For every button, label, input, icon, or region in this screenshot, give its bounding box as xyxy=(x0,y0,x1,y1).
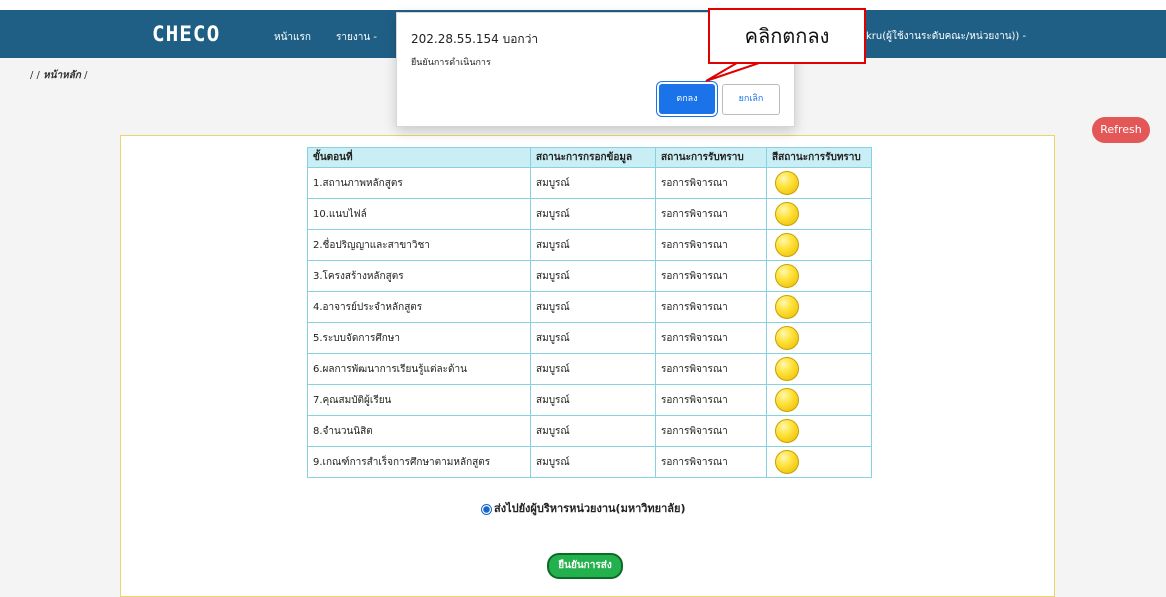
status-color-cell xyxy=(766,229,872,261)
fill-status-cell: สมบูรณ์ xyxy=(530,415,656,447)
fill-status-cell: สมบูรณ์ xyxy=(530,446,656,478)
fill-status-cell: สมบูรณ์ xyxy=(530,322,656,354)
yellow-light-icon xyxy=(775,450,799,474)
status-color-cell xyxy=(766,415,872,447)
fill-status-cell: สมบูรณ์ xyxy=(530,353,656,385)
fill-status-cell: สมบูรณ์ xyxy=(530,229,656,261)
step-cell: 7.คุณสมบัติผู้เรียน xyxy=(307,384,531,416)
status-color-cell xyxy=(766,353,872,385)
step-cell: 1.สถานภาพหลักสูตร xyxy=(307,167,531,199)
step-cell: 2.ชื่อปริญญาและสาขาวิชา xyxy=(307,229,531,261)
steps-table: ขั้นตอนที่ สถานะการกรอกข้อมูล สถานะการรั… xyxy=(307,147,872,478)
ack-status-cell: รอการพิจารณา xyxy=(655,384,767,416)
nav-report-menu[interactable]: รายงาน - xyxy=(336,30,377,45)
yellow-light-icon xyxy=(775,326,799,350)
yellow-light-icon xyxy=(775,419,799,443)
table-row: 10.แนบไฟล์ สมบูรณ์ รอการพิจารณา xyxy=(307,198,872,230)
user-menu[interactable]: kru(ผู้ใช้งานระดับคณะ/หน่วยงาน)) - xyxy=(866,29,1026,44)
table-row: 2.ชื่อปริญญาและสาขาวิชา สมบูรณ์ รอการพิจาร… xyxy=(307,229,872,261)
fill-status-cell: สมบูรณ์ xyxy=(530,198,656,230)
header-step: ขั้นตอนที่ xyxy=(307,147,531,168)
table-row: 1.สถานภาพหลักสูตร สมบูรณ์ รอการพิจารณา xyxy=(307,167,872,199)
yellow-light-icon xyxy=(775,233,799,257)
table-row: 5.ระบบจัดการศึกษา สมบูรณ์ รอการพิจารณา xyxy=(307,322,872,354)
instruction-callout: คลิกตกลง xyxy=(708,8,866,64)
status-color-cell xyxy=(766,322,872,354)
breadcrumb: / / หน้าหลัก / xyxy=(30,68,88,83)
fill-status-cell: สมบูรณ์ xyxy=(530,291,656,323)
step-cell: 6.ผลการพัฒนาการเรียนรู้แต่ละด้าน xyxy=(307,353,531,385)
step-cell: 9.เกณฑ์การสำเร็จการศึกษาตามหลักสูตร xyxy=(307,446,531,478)
table-row: 7.คุณสมบัติผู้เรียน สมบูรณ์ รอการพิจารณา xyxy=(307,384,872,416)
status-color-cell xyxy=(766,167,872,199)
refresh-button[interactable]: Refresh xyxy=(1092,117,1150,143)
status-color-cell xyxy=(766,198,872,230)
header-fill-status: สถานะการกรอกข้อมูล xyxy=(530,147,656,168)
table-row: 6.ผลการพัฒนาการเรียนรู้แต่ละด้าน สมบูรณ์ร… xyxy=(307,353,872,385)
step-cell: 4.อาจารย์ประจำหลักสูตร xyxy=(307,291,531,323)
step-cell: 8.จำนวนนิสิต xyxy=(307,415,531,447)
breadcrumb-current[interactable]: หน้าหลัก xyxy=(43,70,81,81)
breadcrumb-prefix: / / xyxy=(30,70,40,81)
table-header-row: ขั้นตอนที่ สถานะการกรอกข้อมูล สถานะการรั… xyxy=(307,147,872,168)
status-color-cell xyxy=(766,260,872,292)
ack-status-cell: รอการพิจารณา xyxy=(655,415,767,447)
radio-selected-icon[interactable] xyxy=(481,503,492,515)
ack-status-cell: รอการพิจารณา xyxy=(655,167,767,199)
status-color-cell xyxy=(766,446,872,478)
yellow-light-icon xyxy=(775,357,799,381)
nav-home-link[interactable]: หน้าแรก xyxy=(274,30,311,45)
header-ack-color: สีสถานะการรับทราบ xyxy=(766,147,872,168)
step-cell: 5.ระบบจัดการศึกษา xyxy=(307,322,531,354)
yellow-light-icon xyxy=(775,388,799,412)
ack-status-cell: รอการพิจารณา xyxy=(655,322,767,354)
step-cell: 10.แนบไฟล์ xyxy=(307,198,531,230)
yellow-light-icon xyxy=(775,202,799,226)
send-option[interactable]: ส่งไปยังผู้บริหารหน่วยงาน(มหาวิทยาลัย) xyxy=(481,499,686,517)
main-panel: ขั้นตอนที่ สถานะการกรอกข้อมูล สถานะการรั… xyxy=(120,135,1055,597)
dialog-title: 202.28.55.154 บอกว่า xyxy=(411,32,539,46)
ack-status-cell: รอการพิจารณา xyxy=(655,198,767,230)
fill-status-cell: สมบูรณ์ xyxy=(530,384,656,416)
table-row: 4.อาจารย์ประจำหลักสูตร สมบูรณ์ รอการพิจารณ… xyxy=(307,291,872,323)
app-logo[interactable]: CHECO xyxy=(152,22,220,46)
ack-status-cell: รอการพิจารณา xyxy=(655,260,767,292)
header-ack-status: สถานะการรับทราบ xyxy=(655,147,767,168)
status-color-cell xyxy=(766,384,872,416)
fill-status-cell: สมบูรณ์ xyxy=(530,260,656,292)
status-color-cell xyxy=(766,291,872,323)
yellow-light-icon xyxy=(775,295,799,319)
ack-status-cell: รอการพิจารณา xyxy=(655,353,767,385)
dialog-ok-button[interactable]: ตกลง xyxy=(659,84,715,114)
ack-status-cell: รอการพิจารณา xyxy=(655,446,767,478)
table-row: 8.จำนวนนิสิต สมบูรณ์ รอการพิจารณา xyxy=(307,415,872,447)
table-row: 9.เกณฑ์การสำเร็จการศึกษาตามหลักสูตร สมบูร… xyxy=(307,446,872,478)
fill-status-cell: สมบูรณ์ xyxy=(530,167,656,199)
yellow-light-icon xyxy=(775,171,799,195)
yellow-light-icon xyxy=(775,264,799,288)
table-row: 3.โครงสร้างหลักสูตร สมบูรณ์ รอการพิจารณา xyxy=(307,260,872,292)
ack-status-cell: รอการพิจารณา xyxy=(655,291,767,323)
send-option-label: ส่งไปยังผู้บริหารหน่วยงาน(มหาวิทยาลัย) xyxy=(494,502,686,515)
ack-status-cell: รอการพิจารณา xyxy=(655,229,767,261)
step-cell: 3.โครงสร้างหลักสูตร xyxy=(307,260,531,292)
breadcrumb-suffix: / xyxy=(84,70,88,81)
dialog-cancel-button[interactable]: ยกเลิก xyxy=(722,84,780,115)
confirm-send-button[interactable]: ยืนยันการส่ง xyxy=(547,553,623,579)
dialog-message: ยืนยันการดำเนินการ xyxy=(411,58,491,68)
